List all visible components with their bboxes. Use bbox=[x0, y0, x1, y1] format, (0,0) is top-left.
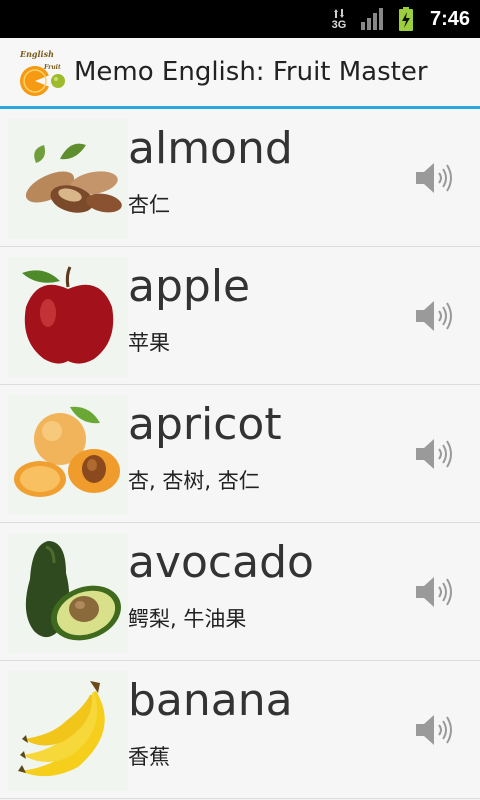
speaker-icon[interactable] bbox=[412, 433, 454, 475]
app-header: English Fruit Memo English: Fruit Master bbox=[0, 38, 480, 106]
data-arrows-icon bbox=[333, 8, 344, 18]
word-english: banana bbox=[128, 675, 293, 726]
list-item[interactable]: apricot 杏, 杏树, 杏仁 bbox=[0, 385, 480, 523]
word-chinese: 杏仁 bbox=[128, 193, 170, 217]
battery-charging-icon bbox=[398, 7, 413, 31]
network-type-label: 3G bbox=[331, 18, 347, 31]
word-english: apricot bbox=[128, 399, 282, 450]
speaker-icon[interactable] bbox=[412, 157, 454, 199]
list-item[interactable]: banana 香蕉 bbox=[0, 661, 480, 799]
list-item[interactable]: avocado 鳄梨, 牛油果 bbox=[0, 523, 480, 661]
app-title: Memo English: Fruit Master bbox=[74, 57, 428, 87]
apple-image bbox=[8, 257, 128, 377]
signal-strength-icon bbox=[360, 8, 383, 30]
list-item[interactable]: apple 苹果 bbox=[0, 247, 480, 385]
speaker-icon[interactable] bbox=[412, 571, 454, 613]
apricot-image bbox=[8, 395, 128, 515]
signal-group: 3G bbox=[330, 8, 384, 30]
word-english: apple bbox=[128, 261, 251, 312]
status-clock: 7:46 bbox=[429, 7, 470, 30]
word-chinese: 苹果 bbox=[128, 331, 170, 355]
word-chinese: 鳄梨, 牛油果 bbox=[128, 607, 247, 631]
word-chinese: 香蕉 bbox=[128, 745, 170, 769]
word-english: avocado bbox=[128, 537, 314, 588]
almond-image bbox=[8, 119, 128, 239]
app-logo: English Fruit bbox=[14, 45, 68, 99]
app-logo-icon: English Fruit bbox=[19, 49, 65, 96]
word-list[interactable]: almond 杏仁 apple 苹果 apricot 杏, 杏树, 杏仁 avo… bbox=[0, 109, 480, 799]
list-item[interactable]: almond 杏仁 bbox=[0, 109, 480, 247]
word-chinese: 杏, 杏树, 杏仁 bbox=[128, 469, 260, 493]
speaker-icon[interactable] bbox=[412, 709, 454, 751]
avocado-image bbox=[8, 533, 128, 653]
banana-image bbox=[8, 671, 128, 791]
logo-text-top: English bbox=[19, 49, 54, 59]
logo-text-bottom: Fruit bbox=[43, 64, 61, 71]
network-type-icon: 3G bbox=[330, 8, 348, 31]
word-english: almond bbox=[128, 123, 293, 174]
status-bar: 3G 7:46 bbox=[0, 0, 480, 38]
speaker-icon[interactable] bbox=[412, 295, 454, 337]
